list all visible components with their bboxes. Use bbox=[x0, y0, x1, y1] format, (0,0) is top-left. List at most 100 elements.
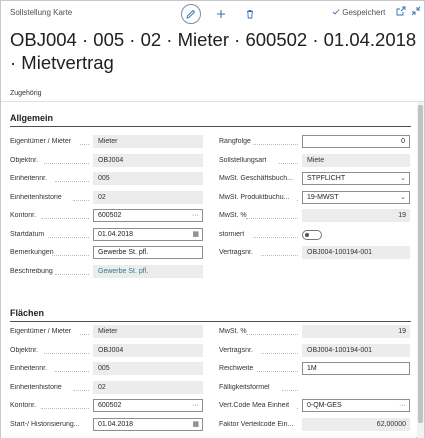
label-start-historisierung: Start-/ Historisierung... bbox=[10, 420, 80, 428]
label-kontonr: Kontonr. bbox=[10, 212, 37, 219]
field-start-historisierung[interactable]: 01.04.2018 ▦ bbox=[93, 417, 203, 431]
scrollbar-thumb[interactable] bbox=[418, 105, 423, 423]
field-kontonr[interactable]: 600502 ··· bbox=[93, 399, 203, 412]
label-leader bbox=[282, 389, 298, 391]
calendar-icon[interactable]: ▦ bbox=[192, 229, 199, 240]
field-value: Mieter bbox=[98, 328, 118, 335]
lookup-icon[interactable]: ··· bbox=[399, 400, 406, 411]
new-button[interactable] bbox=[211, 4, 231, 24]
chevron-down-icon[interactable]: ⌄ bbox=[400, 192, 406, 203]
check-icon bbox=[332, 9, 340, 15]
field-value: 0-QM-GES bbox=[307, 402, 342, 409]
field-sollstellungsart: Miete bbox=[302, 153, 410, 167]
label-storniert: storniert bbox=[219, 230, 245, 238]
toggle-storniert[interactable] bbox=[302, 229, 322, 240]
field-value: 0 bbox=[401, 138, 405, 145]
field-value: 600502 bbox=[98, 212, 122, 219]
label-einheitenhistorie: Einheitenhistorie bbox=[10, 193, 62, 201]
label-eigentumer-mieter: Eigentümer / Mieter bbox=[10, 328, 72, 335]
collapse-button[interactable] bbox=[410, 6, 422, 18]
calendar-icon[interactable]: ▦ bbox=[192, 419, 199, 430]
label-mwst: MwSt. % bbox=[219, 328, 247, 335]
label-leader bbox=[55, 371, 89, 372]
field-startdatum[interactable]: 01.04.2018 ▦ bbox=[93, 227, 203, 241]
page-type-label: Sollstellung Karte bbox=[10, 8, 73, 17]
field-kontonr[interactable]: 600502 ··· bbox=[93, 209, 203, 222]
field-mwst-geschaftsbuch[interactable]: STPFLICHT ⌄ bbox=[302, 172, 410, 185]
field-value: STPFLICHT bbox=[307, 175, 346, 182]
field-value: 1M bbox=[307, 365, 317, 372]
tab-zugehoerig[interactable]: Zugehörig bbox=[10, 90, 42, 97]
section-divider bbox=[10, 321, 411, 322]
label-leader bbox=[257, 371, 298, 372]
delete-button[interactable] bbox=[240, 4, 260, 24]
label-einheitennr: Einheitennr. bbox=[10, 175, 47, 182]
field-value: 005 bbox=[98, 365, 110, 372]
field-vert-code-mea-einheit[interactable]: 0-QM-GES ··· bbox=[302, 399, 410, 412]
lookup-icon[interactable]: ··· bbox=[192, 400, 199, 411]
pencil-icon bbox=[186, 9, 196, 19]
field-value: 01.04.2018 bbox=[98, 230, 134, 238]
label-leader bbox=[40, 218, 89, 219]
label-leader bbox=[260, 255, 298, 256]
field-beschreibung[interactable]: Gewerbe St. pfl. bbox=[93, 264, 203, 278]
label-leader bbox=[260, 352, 298, 354]
open-in-new-window-button[interactable] bbox=[395, 6, 407, 18]
label-leader bbox=[246, 218, 298, 219]
field-eigentumer-mieter: Mieter bbox=[93, 135, 203, 148]
label-leader bbox=[44, 352, 89, 354]
section-divider bbox=[10, 126, 411, 127]
saved-status: Gespeichert bbox=[332, 8, 385, 17]
field-value: OBJ004 bbox=[98, 346, 124, 354]
label-eigentumer-mieter: Eigentümer / Mieter bbox=[10, 138, 72, 145]
collapse-icon bbox=[411, 6, 421, 16]
field-reichweite[interactable]: 1M bbox=[302, 362, 410, 375]
field-value: 01.04.2018 bbox=[98, 420, 134, 428]
lookup-icon[interactable]: ··· bbox=[192, 210, 199, 221]
field-mwst-produktbuchu[interactable]: 19-MWST ⌄ bbox=[302, 190, 410, 204]
field-faktor-verteilcode-ein: 62,00000 bbox=[302, 417, 410, 431]
label-faktor-verteilcode-ein: Faktor Verteilcode Ein... bbox=[219, 420, 294, 428]
field-bemerkungen[interactable]: Gewerbe St. pfl. bbox=[93, 246, 203, 259]
field-einheitenhistorie: 02 bbox=[93, 380, 203, 394]
top-bar: Sollstellung Karte Gespeichert bbox=[1, 1, 424, 25]
label-beschreibung: Beschreibung bbox=[10, 267, 53, 275]
label-leader bbox=[73, 199, 89, 201]
section-allgemein-title[interactable]: Allgemein bbox=[10, 113, 53, 123]
field-value: OBJ004 bbox=[98, 156, 124, 164]
field-value: 19-MWST bbox=[307, 193, 339, 201]
label-reichweite: Reichweite bbox=[219, 365, 254, 372]
section-flaechen-title[interactable]: Flächen bbox=[10, 308, 44, 318]
label-mwst: MwSt. % bbox=[219, 212, 247, 219]
field-value: OBJ004-100194-001 bbox=[307, 346, 372, 354]
content-area: Allgemein Eigentümer / Mieter Mieter Objek… bbox=[1, 102, 416, 438]
field-value: OBJ004-100194-001 bbox=[307, 249, 372, 256]
chevron-down-icon[interactable]: ⌄ bbox=[400, 173, 406, 184]
label-rangfolge: Rangfolge bbox=[219, 138, 251, 145]
saved-label: Gespeichert bbox=[342, 8, 386, 17]
field-value: 02 bbox=[98, 193, 106, 201]
field-objektnr: OBJ004 bbox=[93, 153, 203, 167]
field-value: Gewerbe St. pfl. bbox=[98, 249, 149, 256]
label-kontonr: Kontonr. bbox=[10, 402, 37, 409]
label-leader bbox=[80, 334, 89, 335]
label-leader bbox=[80, 144, 89, 145]
label-vertragsnr: Vertragsnr. bbox=[219, 346, 253, 354]
field-value: 62,00000 bbox=[376, 420, 406, 428]
label-falligkeitsformel: Fälligkeitsformel bbox=[219, 383, 270, 391]
field-rangfolge[interactable]: 0 bbox=[302, 135, 410, 148]
field-value: 19 bbox=[398, 328, 406, 335]
trash-icon bbox=[247, 10, 253, 19]
field-eigentumer-mieter: Mieter bbox=[93, 325, 203, 338]
label-leader bbox=[55, 273, 89, 275]
label-einheitennr: Einheitennr. bbox=[10, 365, 47, 372]
page-title: OBJ004 · 005 · 02 · Mieter · 600502 · 01… bbox=[10, 29, 417, 73]
page-frame: Sollstellung Karte Gespeichert OBJ004 · … bbox=[0, 0, 425, 438]
field-value: 600502 bbox=[98, 402, 122, 409]
edit-button[interactable] bbox=[181, 4, 201, 24]
label-startdatum: Startdatum bbox=[10, 230, 45, 238]
label-mwst-geschaftsbuch: MwSt. Geschäftsbuch... bbox=[219, 175, 293, 182]
label-leader bbox=[296, 408, 298, 409]
field-objektnr: OBJ004 bbox=[93, 343, 203, 357]
field-mwst: 19 bbox=[302, 209, 410, 222]
